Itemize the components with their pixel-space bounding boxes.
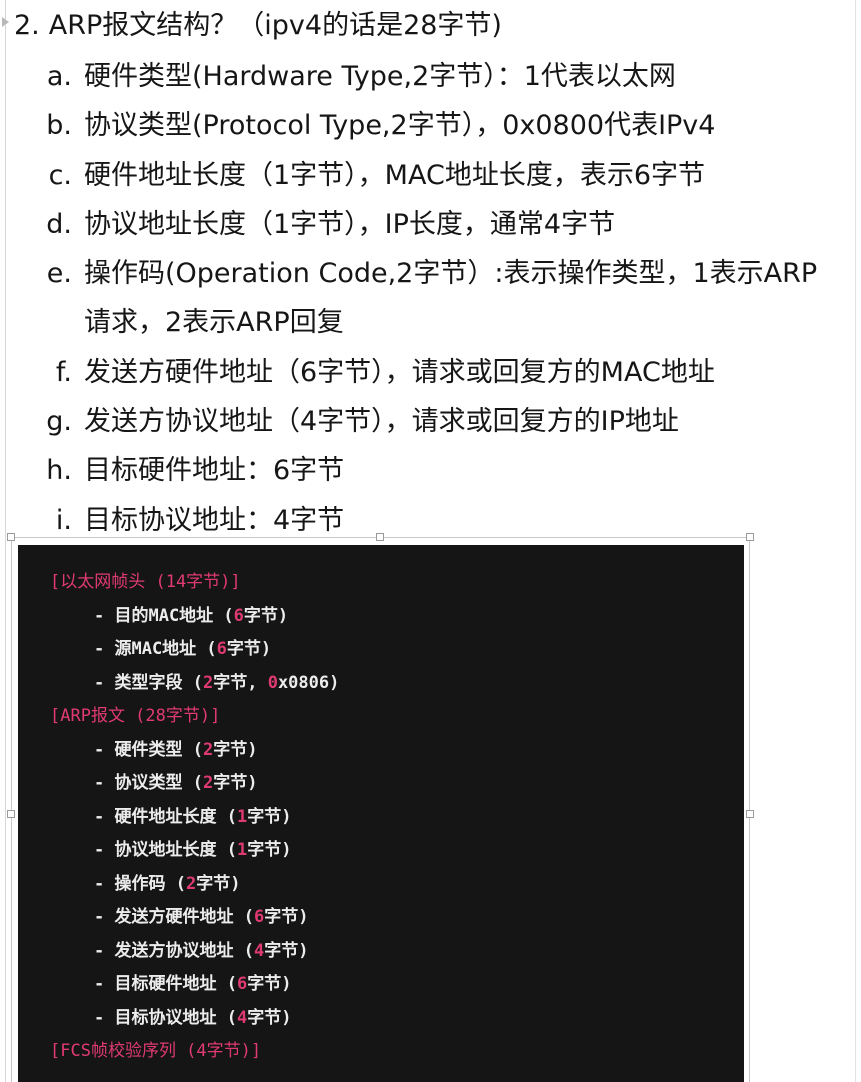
code-number: 6: [233, 605, 244, 626]
list-marker: e.: [46, 258, 72, 290]
code-number: 2: [185, 873, 197, 894]
list-item: e. 操作码(Operation Code,2字节）:表示操作类型，1表示ARP…: [0, 249, 854, 348]
list-item-text: 协议类型(Protocol Type,2字节），0x0800代表IPv4: [84, 110, 716, 142]
list-item-text: 发送方协议地址（4字节），请求或回复方的IP地址: [84, 406, 679, 438]
list-item-text: 发送方硬件地址（6字节），请求或回复方的MAC地址: [84, 356, 715, 388]
code-number: 1: [236, 840, 248, 860]
code-text: - 硬件地址长度 (: [94, 806, 237, 827]
code-text: - 操作码 (: [94, 873, 186, 894]
list-item: f. 发送方硬件地址（6字节），请求或回复方的MAC地址: [0, 348, 854, 397]
code-line: - 发送方协议地址 (4字节): [50, 935, 339, 969]
list-item-text: 目标硬件地址：6字节: [84, 455, 345, 487]
list-marker: a.: [46, 61, 72, 92]
list-marker: d.: [46, 208, 72, 240]
code-number: 2: [202, 739, 214, 760]
right-margin-rule: [855, 0, 856, 1082]
code-text: - 目的MAC地址 (: [94, 605, 234, 626]
list-item: g. 发送方协议地址（4字节），请求或回复方的IP地址: [0, 397, 854, 446]
resize-handle-top-center[interactable]: [376, 533, 384, 541]
code-text: 字节): [226, 639, 272, 659]
list-item-text: 操作码(Operation Code,2字节）:表示操作类型，1表示ARP: [84, 258, 818, 290]
code-line: - 协议地址长度 (1字节): [50, 834, 339, 868]
code-text: 字节): [264, 907, 309, 927]
code-line: - 源MAC地址 (6字节): [50, 633, 339, 667]
resize-handle-middle-right[interactable]: [746, 810, 754, 818]
list-marker: f.: [55, 356, 72, 388]
frame-structure-code: [以太网帧头 (14字节)] - 目的MAC地址 (6字节) - 源MAC地址 (6…: [50, 566, 339, 1069]
code-text: 字节): [247, 974, 292, 994]
code-number: 6: [236, 974, 248, 994]
code-text: 字节): [247, 806, 292, 827]
code-number: 1: [236, 806, 248, 827]
code-number: 4: [253, 940, 265, 961]
code-text: - 协议类型 (: [94, 773, 203, 793]
list-marker: c.: [48, 159, 72, 191]
code-text: 字节): [247, 1007, 292, 1028]
code-text: 字节): [247, 840, 292, 860]
code-line: - 发送方硬件地址 (6字节): [50, 901, 339, 935]
list-item: c. 硬件地址长度（1字节），MAC地址长度，表示6字节: [0, 151, 854, 200]
list-heading: 2. ARP报文结构？（ipv4的话是28字节): [14, 4, 502, 48]
code-text: 字节): [213, 773, 258, 793]
code-text: 字节): [213, 739, 258, 760]
paragraph-marker-icon[interactable]: [2, 17, 9, 27]
code-number: 4: [236, 1007, 248, 1028]
code-number: 6: [216, 639, 227, 659]
code-number: 2: [202, 773, 214, 793]
code-text: - 类型字段 (: [94, 672, 203, 693]
code-number: 2: [202, 672, 214, 693]
list-item: b. 协议类型(Protocol Type,2字节），0x0800代表IPv4: [0, 101, 854, 150]
code-line: - 目标协议地址 (4字节): [50, 1002, 339, 1036]
list-item: a. 硬件类型(Hardware Type,2字节）：1代表以太网: [0, 52, 854, 101]
list-item-text: 协议地址长度（1字节），IP长度，通常4字节: [84, 208, 616, 240]
list-marker: g.: [46, 406, 72, 438]
code-line: - 硬件类型 (2字节): [50, 734, 339, 768]
list-item-text: 硬件地址长度（1字节），MAC地址长度，表示6字节: [84, 159, 705, 191]
code-text: - 目标硬件地址 (: [94, 974, 237, 994]
resize-handle-top-right[interactable]: [746, 533, 754, 541]
code-text: 字节,: [213, 672, 268, 693]
arp-field-list: a. 硬件类型(Hardware Type,2字节）：1代表以太网 b. 协议类…: [0, 52, 854, 545]
code-line: - 目的MAC地址 (6字节): [50, 600, 339, 634]
code-line: - 类型字段 (2字节, 0x0806): [50, 667, 339, 701]
list-item: h. 目标硬件地址：6字节: [0, 446, 854, 495]
list-item: d. 协议地址长度（1字节），IP长度，通常4字节: [0, 200, 854, 249]
code-text: - 目标协议地址 (: [94, 1007, 237, 1028]
code-text: - 发送方协议地址 (: [94, 940, 254, 961]
list-item-text-continued: 请求，2表示ARP回复: [84, 307, 344, 339]
code-line: - 操作码 (2字节): [50, 868, 339, 902]
list-marker: b.: [46, 110, 72, 142]
code-text: x0806): [277, 672, 340, 693]
code-number: 0: [267, 672, 278, 693]
code-text: - 源MAC地址 (: [94, 639, 217, 659]
code-text: - 发送方硬件地址 (: [94, 907, 254, 927]
code-text: - 协议地址长度 (: [94, 840, 237, 860]
code-section-header: [FCS帧校验序列 (4字节)]: [50, 1041, 262, 1061]
resize-handle-top-left[interactable]: [7, 533, 15, 541]
code-text: 字节): [264, 940, 309, 961]
code-text: - 硬件类型 (: [94, 739, 203, 760]
code-text: 字节): [196, 873, 241, 894]
code-text: 字节): [243, 605, 289, 626]
code-line: - 协议类型 (2字节): [50, 767, 339, 801]
heading-text: ARP报文结构？（ipv4的话是28字节): [48, 10, 502, 41]
code-line: - 目标硬件地址 (6字节): [50, 968, 339, 1002]
code-number: 6: [253, 907, 265, 927]
code-line: - 硬件地址长度 (1字节): [50, 801, 339, 835]
code-section-header: [ARP报文 (28字节)]: [50, 706, 221, 726]
list-marker: h.: [46, 455, 72, 487]
resize-handle-middle-left[interactable]: [7, 810, 15, 818]
heading-number: 2.: [14, 10, 40, 41]
list-item-text: 硬件类型(Hardware Type,2字节）：1代表以太网: [84, 61, 676, 92]
code-section-header: [以太网帧头 (14字节)]: [50, 572, 241, 592]
